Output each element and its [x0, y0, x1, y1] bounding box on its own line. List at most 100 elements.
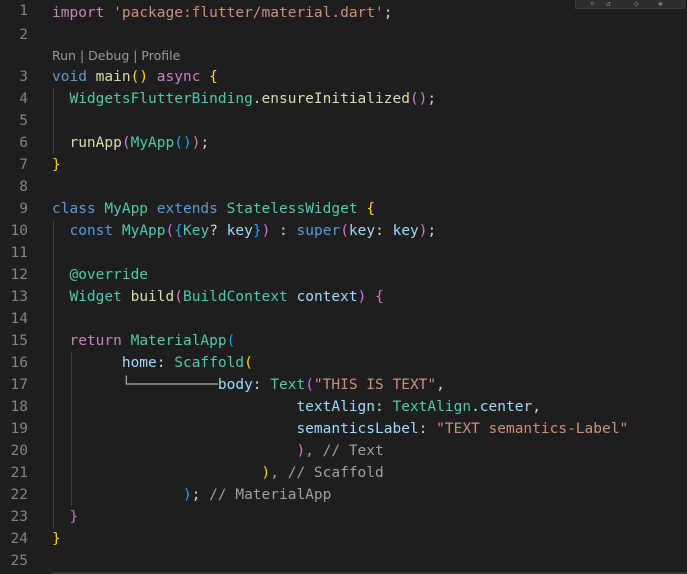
argument: key [392, 223, 419, 239]
named-argument: semanticsLabel [296, 421, 419, 437]
bracket: { [174, 223, 183, 239]
code-line: runApp(MyApp()); [0, 132, 687, 154]
function-name: build [130, 289, 175, 305]
bracket: ) [357, 289, 367, 305]
bracket: ) [139, 69, 149, 85]
string: "THIS IS TEXT" [313, 377, 437, 393]
line-number: 11 [10, 245, 28, 261]
function-name: main [95, 69, 131, 85]
code-line: textAlign: TextAlign.center, [0, 396, 687, 418]
punctuation: : [156, 355, 175, 371]
bracket: ( [121, 135, 131, 151]
code-line: ); // MaterialApp [0, 484, 687, 506]
keyword: super [296, 223, 341, 239]
bracket: ) [261, 465, 271, 481]
bracket: ( [165, 223, 175, 239]
class-name: MyApp [130, 135, 175, 151]
bracket: } [252, 223, 262, 239]
class-name: TextAlign [392, 399, 472, 415]
class-name: StatelessWidget [226, 201, 358, 217]
punctuation: : [252, 377, 271, 393]
codelens-separator: | [75, 48, 89, 63]
punctuation: : [375, 223, 393, 239]
class-name: Text [270, 377, 306, 393]
keyword: void [52, 69, 87, 85]
code-line: WidgetsFlutterBinding.ensureInitialized(… [0, 88, 687, 110]
punctuation: ; [200, 135, 210, 151]
class-name: MyApp [121, 223, 166, 239]
keyword: class [52, 201, 96, 217]
line-number: 25 [10, 553, 28, 569]
punctuation: : [375, 399, 393, 415]
enum-value: center [479, 399, 533, 415]
punctuation: . [252, 91, 262, 107]
punctuation: . [471, 399, 480, 415]
keyword: import [52, 5, 105, 21]
bracket: ( [174, 135, 183, 151]
bracket: ( [340, 223, 349, 239]
named-argument: body [217, 377, 253, 393]
parameter: key [226, 223, 253, 239]
bracket: ) [418, 223, 428, 239]
class-name: BuildContext [182, 289, 288, 305]
punctuation: ; [383, 5, 393, 21]
named-argument: home [121, 355, 157, 371]
closing-label: // MaterialApp [200, 487, 332, 503]
class-name: WidgetsFlutterBinding [69, 91, 253, 107]
code-line: } [0, 528, 687, 550]
closing-label: , // Text [305, 443, 384, 459]
annotation: @override [69, 267, 149, 283]
codelens: Run | Debug | Profile [52, 46, 180, 66]
keyword: return [69, 333, 122, 349]
codelens-debug[interactable]: Debug [88, 48, 129, 63]
class-name: Scaffold [174, 355, 245, 371]
keyword: extends [156, 201, 218, 217]
code-line: ), // Scaffold [0, 462, 687, 484]
string: 'package:flutter/material.dart' [113, 5, 384, 21]
bracket: ( [409, 91, 419, 107]
code-line: } [0, 154, 687, 176]
class-name: MyApp [104, 201, 149, 217]
widget-tree-guide: └────────── [121, 377, 218, 393]
closing-label: , // Scaffold [270, 465, 384, 481]
parameter: context [296, 289, 358, 305]
code-line: import 'package:flutter/material.dart'; [0, 2, 687, 24]
punctuation: : [270, 223, 297, 239]
punctuation: : [418, 421, 437, 437]
bracket: } [69, 509, 79, 525]
function-name: runApp [69, 135, 122, 151]
codelens-run[interactable]: Run [52, 48, 76, 63]
string: "TEXT semantics-Label" [436, 421, 629, 437]
code-editor[interactable]: ⌕ ↺ ◇ ◈ 1 2 3 4 5 6 7 8 9 10 11 12 13 14… [0, 0, 687, 574]
bracket: ( [244, 355, 253, 371]
punctuation: , [436, 377, 445, 393]
code-line: Widget build(BuildContext context) { [0, 286, 687, 308]
class-name: Key [182, 223, 210, 239]
bracket: { [366, 201, 376, 217]
bracket: { [209, 69, 218, 85]
code-line: class MyApp extends StatelessWidget { [0, 198, 687, 220]
code-line: @override [0, 264, 687, 286]
named-argument: textAlign [296, 399, 376, 415]
punctuation: ; [427, 91, 437, 107]
line-number: 8 [19, 179, 28, 195]
code-line: } [0, 506, 687, 528]
class-name: Widget [69, 289, 122, 305]
bracket: { [375, 289, 384, 305]
code-line: ), // Text [0, 440, 687, 462]
punctuation: , [532, 399, 541, 415]
code-line: return MaterialApp( [0, 330, 687, 352]
named-argument: key [348, 223, 376, 239]
bracket: ( [174, 289, 183, 305]
keyword: const [69, 223, 114, 239]
bracket: ) [182, 135, 192, 151]
bracket: ( [130, 69, 140, 85]
code-line: void main() async { [0, 66, 687, 88]
bracket: ) [182, 487, 192, 503]
line-number: 5 [19, 113, 28, 129]
code-line: const MyApp({Key? key}) : super(key: key… [0, 220, 687, 242]
codelens-profile[interactable]: Profile [141, 48, 180, 63]
punctuation: ? [209, 223, 227, 239]
code-line: semanticsLabel: "TEXT semantics-Label" [0, 418, 687, 440]
code-line: home: Scaffold( [0, 352, 687, 374]
